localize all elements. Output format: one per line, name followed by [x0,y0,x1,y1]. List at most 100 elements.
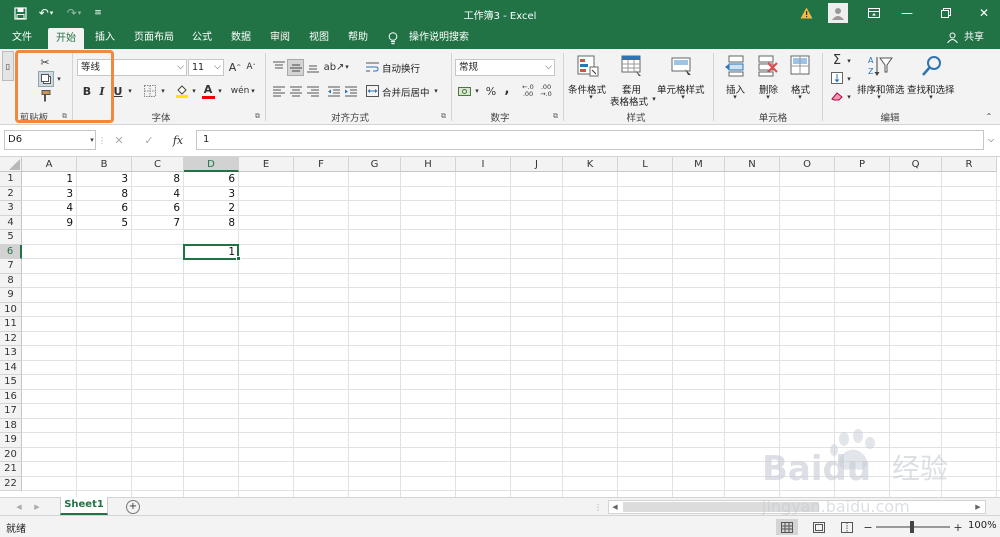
minimize-icon[interactable]: — [897,4,917,22]
name-box-dropdown-icon[interactable]: ▾ [88,132,96,148]
zoom-level[interactable]: 100% [968,520,997,531]
column-header[interactable]: C [132,157,184,172]
decrease-decimal-icon[interactable]: .00 →.0 [538,83,554,99]
new-sheet-icon[interactable]: + [126,500,140,514]
column-header[interactable]: I [456,157,511,172]
row-header[interactable]: 13 [0,346,22,361]
copy-dropdown-icon[interactable]: ▾ [55,73,63,85]
clipboard-dialog-launcher[interactable]: ⧉ [62,112,67,121]
row-header[interactable]: 14 [0,360,22,375]
cell[interactable]: 6 [77,201,132,216]
restore-icon[interactable] [936,4,956,22]
row-header[interactable]: 18 [0,418,22,433]
row-header[interactable]: 6 [0,244,22,259]
cancel-icon[interactable]: ✕ [112,132,126,148]
conditional-formatting-icon[interactable] [576,54,600,78]
tab-file[interactable]: 文件 [6,27,38,49]
phonetic-dropdown-icon[interactable]: ▾ [249,83,257,99]
delete-dropdown-icon[interactable]: ▾ [764,92,772,102]
name-box[interactable]: D6 [4,130,96,150]
account-icon[interactable] [828,3,848,23]
normal-view-icon[interactable] [776,519,798,535]
scroll-left-icon[interactable]: ◀ [609,501,621,513]
row-header[interactable]: 7 [0,259,22,274]
row-header[interactable]: 3 [0,201,22,216]
insert-cells-icon[interactable] [724,54,746,78]
tell-me-search[interactable]: 操作说明搜索 [404,27,474,49]
format-dropdown-icon[interactable]: ▾ [796,92,804,102]
conditional-dropdown-icon[interactable]: ▾ [587,92,595,102]
shrink-font-icon[interactable]: Aˇ [244,59,258,75]
font-size-combo[interactable]: 11 ⌵ [188,59,224,76]
zoom-slider-thumb[interactable] [910,521,914,533]
cell[interactable]: 3 [184,187,239,202]
row-header[interactable]: 10 [0,302,22,317]
sort-filter-dropdown-icon[interactable]: ▾ [875,92,883,102]
row-header[interactable]: 4 [0,215,22,230]
row-header[interactable]: 9 [0,288,22,303]
row-header[interactable]: 1 [0,172,22,187]
format-painter-icon[interactable] [38,89,52,103]
cell[interactable]: 1 [22,172,77,187]
autosum-icon[interactable]: Σ [830,53,844,68]
worksheet-grid[interactable]: ABCDEFGHIJKLMNOPQR 1 2 3 4 5 6 7 8 9 10 11 12 13 14 15… [0,157,1000,497]
tab-home[interactable]: 开始 [48,28,84,49]
copy-icon[interactable] [38,71,54,87]
column-header[interactable]: E [239,157,294,172]
zoom-out-icon[interactable]: − [862,519,874,535]
paste-button[interactable]: ▯ [2,51,14,81]
borders-dropdown-icon[interactable]: ▾ [159,83,167,99]
clear-icon[interactable] [830,89,844,103]
column-header[interactable]: M [673,157,725,172]
scroll-sheets-left-icon[interactable]: ◀ [14,500,24,514]
cell[interactable]: 6 [184,172,239,187]
insert-function-icon[interactable]: fx [170,132,186,148]
column-header[interactable]: K [563,157,618,172]
column-header[interactable]: H [401,157,456,172]
column-header[interactable]: P [835,157,890,172]
decrease-indent-icon[interactable] [326,83,342,99]
fill-color-dropdown-icon[interactable]: ▾ [190,83,198,99]
font-color-dropdown-icon[interactable]: ▾ [216,83,224,99]
cell[interactable]: 5 [77,216,132,231]
tab-review[interactable]: 审阅 [264,27,296,49]
page-layout-view-icon[interactable] [808,519,830,535]
format-as-table-icon[interactable] [620,54,644,78]
orientation-dropdown-icon[interactable]: ▾ [343,59,351,75]
column-header[interactable]: A [22,157,77,172]
row-header[interactable]: 11 [0,317,22,332]
borders-icon[interactable] [142,83,158,99]
number-format-combo[interactable]: 常规 ⌵ [455,59,555,76]
align-right-icon[interactable] [305,83,321,99]
fill-handle[interactable] [236,256,241,261]
row-header[interactable]: 16 [0,389,22,404]
row-header[interactable]: 19 [0,433,22,448]
cell[interactable]: 9 [22,216,77,231]
wrap-text-button[interactable]: 自动换行 [382,61,420,75]
cell[interactable]: 3 [22,187,77,202]
row-header[interactable]: 17 [0,404,22,419]
row-header[interactable]: 5 [0,230,22,245]
scroll-right-icon[interactable]: ▶ [972,501,984,513]
fill-icon[interactable] [830,71,844,85]
underline-dropdown-icon[interactable]: ▾ [126,83,134,99]
enter-icon[interactable]: ✓ [142,132,156,148]
bold-button[interactable]: B [80,83,94,99]
phonetic-icon[interactable]: wén [231,83,250,99]
tab-data[interactable]: 数据 [225,27,257,49]
align-bottom-icon[interactable] [305,59,321,75]
fill-dropdown-icon[interactable]: ▾ [845,73,853,85]
warning-icon[interactable] [796,4,816,22]
cell[interactable]: 4 [132,187,184,202]
row-header[interactable]: 15 [0,375,22,390]
cell[interactable]: 2 [184,201,239,216]
merge-center-icon[interactable] [364,83,380,99]
increase-decimal-icon[interactable]: ←.0.00 [520,83,536,99]
select-all-corner[interactable] [0,157,22,172]
format-cells-icon[interactable] [789,54,811,78]
cell[interactable]: 6 [132,201,184,216]
sheet-tab[interactable]: Sheet1 [60,497,108,515]
accounting-dropdown-icon[interactable]: ▾ [473,83,481,99]
align-top-icon[interactable] [271,59,287,75]
column-header[interactable]: N [725,157,780,172]
